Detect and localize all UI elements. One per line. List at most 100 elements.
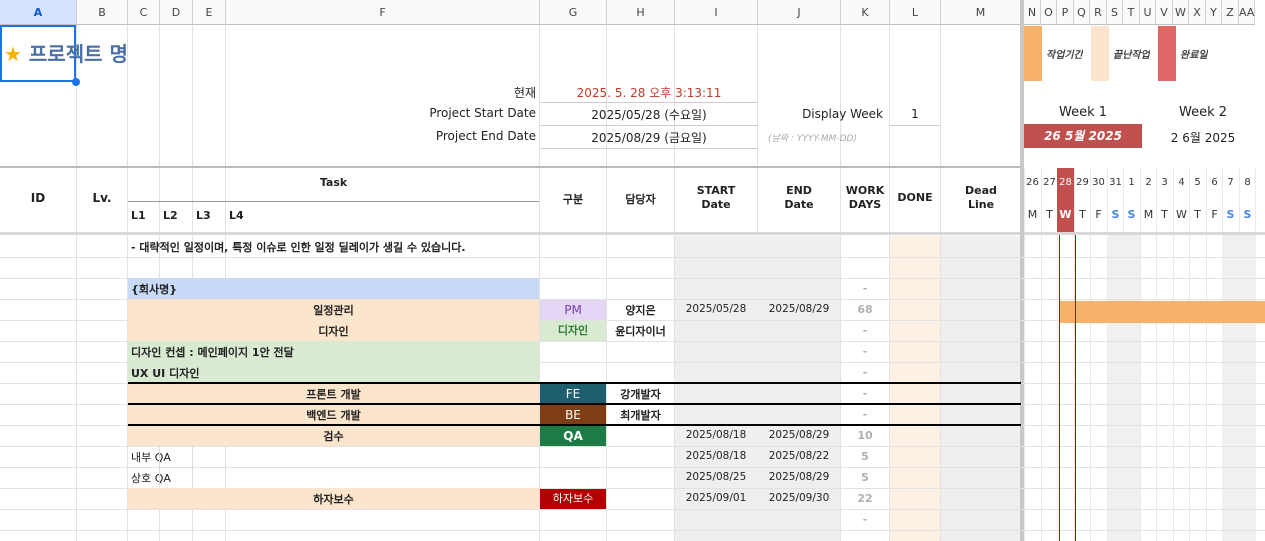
weekend-column-shade	[1107, 235, 1124, 541]
work-days: -	[862, 387, 868, 400]
task-name[interactable]: 프론트 개발	[128, 386, 539, 402]
column-header-r[interactable]: R	[1090, 0, 1107, 25]
header-owner: 담당자	[625, 193, 656, 206]
display-week-underline	[890, 125, 940, 126]
header-l4: L4	[229, 209, 244, 222]
column-header-t[interactable]: T	[1123, 0, 1140, 25]
header-workdays: WORK DAYS	[845, 184, 885, 211]
task-name[interactable]: {회사명}	[131, 281, 536, 297]
day-number: 3	[1161, 177, 1168, 188]
category-badge[interactable]: FE	[540, 384, 606, 404]
owner-name[interactable]: 양지은	[607, 302, 674, 318]
column-header-j[interactable]: J	[758, 0, 841, 25]
start-date[interactable]: 2025/09/01	[675, 492, 757, 504]
level-divider	[159, 446, 160, 467]
owner-name[interactable]: 윤디자이너	[607, 323, 674, 339]
legend-label: 작업기간	[1046, 50, 1083, 61]
end-date[interactable]: 2025/08/22	[758, 450, 840, 462]
start-label: Project Start Date	[429, 106, 536, 120]
weekday-letter: S	[1226, 208, 1235, 221]
done-column-band	[890, 236, 940, 541]
start-date[interactable]: 2025/05/28	[675, 303, 757, 315]
column-header-e[interactable]: E	[193, 0, 226, 25]
column-header-k[interactable]: K	[841, 0, 890, 25]
column-header-f[interactable]: F	[226, 0, 540, 25]
header-l3: L3	[196, 209, 211, 222]
column-header-c[interactable]: C	[128, 0, 160, 25]
start-date[interactable]: 2025/08/18	[675, 450, 757, 462]
selection-handle[interactable]	[72, 78, 80, 86]
end-underline	[540, 148, 758, 149]
task-header-divider	[128, 201, 539, 202]
column-header-x[interactable]: X	[1189, 0, 1206, 25]
header-task: Task	[319, 176, 348, 189]
legend-swatch	[1158, 26, 1176, 81]
week-1-label: Week 1	[1058, 105, 1108, 120]
end-value: 2025/08/29 (금요일)	[591, 131, 707, 145]
day-number: 2	[1145, 177, 1152, 188]
day-number: 8	[1244, 177, 1251, 188]
task-name[interactable]: 디자인 컨셉 : 메인페이지 1안 전달	[131, 344, 536, 360]
column-header-i[interactable]: I	[675, 0, 758, 25]
weekend-column-shade	[1239, 235, 1256, 541]
display-week-value[interactable]: 1	[890, 107, 940, 121]
category-badge[interactable]: 디자인	[540, 321, 606, 341]
start-value: 2025/05/28 (수요일)	[591, 108, 707, 122]
owner-name[interactable]: 강개발자	[607, 386, 674, 402]
column-header-z[interactable]: Z	[1222, 0, 1239, 25]
category-badge[interactable]: QA	[540, 426, 606, 446]
column-header-h[interactable]: H	[607, 0, 675, 25]
frozen-pane-divider[interactable]	[1020, 0, 1024, 541]
column-header-b[interactable]: B	[77, 0, 128, 25]
task-name[interactable]: 검수	[128, 428, 539, 444]
end-date[interactable]: 2025/08/29	[758, 429, 840, 441]
task-name[interactable]: 백엔드 개발	[128, 407, 539, 423]
column-header-d[interactable]: D	[160, 0, 193, 25]
task-name[interactable]: - 대략적인 일정이며, 특정 이슈로 인한 일정 딜레이가 생길 수 있습니다…	[131, 239, 536, 255]
end-date[interactable]: 2025/08/29	[758, 303, 840, 315]
task-name[interactable]: UX UI 디자인	[131, 365, 536, 381]
end-date[interactable]: 2025/08/29	[758, 471, 840, 483]
column-header-u[interactable]: U	[1140, 0, 1156, 25]
day-number: 26	[1026, 177, 1039, 188]
column-header-aa[interactable]: AA	[1239, 0, 1255, 25]
column-header-a[interactable]: A	[0, 0, 77, 25]
today-marker-line	[1059, 235, 1060, 541]
legend-label: 끝난작업	[1113, 50, 1150, 61]
task-name[interactable]: 일정관리	[128, 302, 539, 318]
owner-name[interactable]: 최개발자	[607, 407, 674, 423]
gantt-grid-line	[1041, 168, 1042, 541]
column-header-o[interactable]: O	[1041, 0, 1057, 25]
end-date[interactable]: 2025/09/30	[758, 492, 840, 504]
gantt-grid-line	[1090, 168, 1091, 541]
column-header-l[interactable]: L	[890, 0, 941, 25]
level-divider	[159, 467, 160, 488]
column-header-m[interactable]: M	[941, 0, 1021, 25]
now-underline	[540, 102, 758, 103]
task-name[interactable]: 디자인	[128, 323, 539, 339]
work-days: 10	[857, 429, 873, 442]
task-name[interactable]: 하자보수	[128, 491, 539, 507]
weekend-column-shade	[1222, 235, 1239, 541]
title-text: 프로젝트 명	[28, 42, 128, 66]
column-header-s[interactable]: S	[1107, 0, 1123, 25]
column-header-n[interactable]: N	[1024, 0, 1041, 25]
week-1-date: 26 5월 2025	[1024, 124, 1142, 148]
day-number: 27	[1043, 177, 1056, 188]
now-value: 2025. 5. 28 오후 3:13:11	[576, 86, 722, 100]
column-header-y[interactable]: Y	[1206, 0, 1222, 25]
weekday-letter: M	[1143, 208, 1154, 221]
column-header-w[interactable]: W	[1173, 0, 1189, 25]
work-days: 68	[857, 303, 873, 316]
category-badge[interactable]: BE	[540, 405, 606, 425]
column-header-p[interactable]: P	[1057, 0, 1074, 25]
start-date[interactable]: 2025/08/25	[675, 471, 757, 483]
column-header-q[interactable]: Q	[1074, 0, 1090, 25]
category-badge[interactable]: PM	[540, 300, 606, 320]
day-number: 30	[1092, 177, 1105, 188]
start-date[interactable]: 2025/08/18	[675, 429, 757, 441]
column-header-v[interactable]: V	[1156, 0, 1173, 25]
column-header-g[interactable]: G	[540, 0, 607, 25]
category-badge[interactable]: 하자보수	[540, 489, 606, 509]
gantt-grid-line	[1206, 168, 1207, 541]
